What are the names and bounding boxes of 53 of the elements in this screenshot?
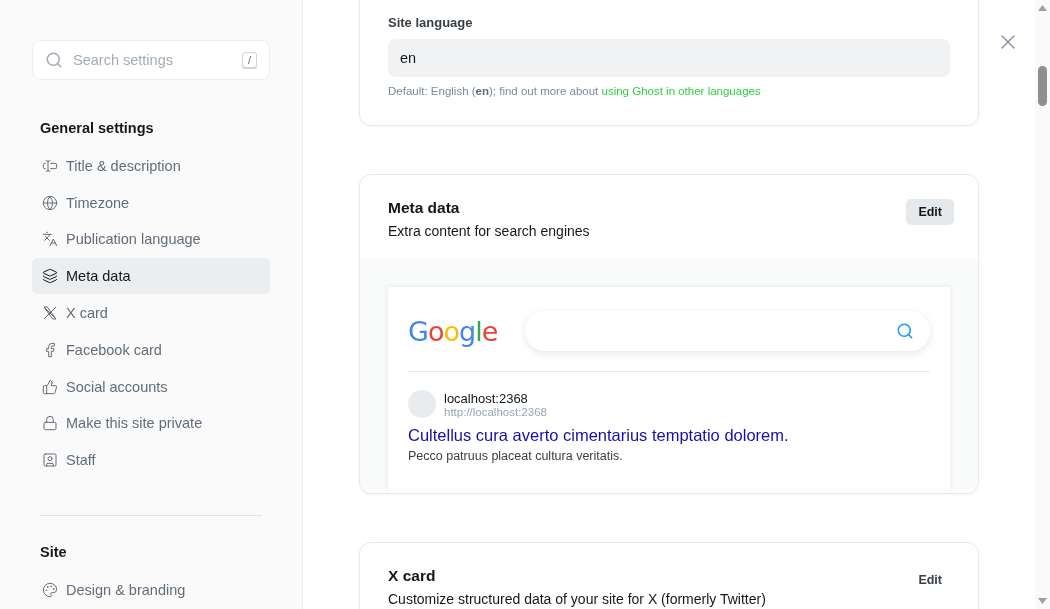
result-description: Pecco patruus placeat cultura veritatis. xyxy=(408,449,624,463)
edit-button[interactable]: Edit xyxy=(906,199,954,225)
sidebar-item[interactable]: Meta data xyxy=(32,258,270,295)
section-heading: General settings xyxy=(39,119,155,136)
shortcut-key: / xyxy=(241,51,257,68)
user-square-icon xyxy=(42,452,58,469)
item-label: Publication language xyxy=(66,231,201,248)
item-label: Facebook card xyxy=(66,341,162,358)
result-title[interactable]: Cultellus cura averto cimentarius temptatio dolorem. xyxy=(408,426,930,445)
site-url: http://localhost:2368 xyxy=(444,405,547,418)
sidebar-item[interactable]: Make this site private xyxy=(32,405,270,442)
search-input[interactable]: Search settings xyxy=(71,50,234,69)
scrollbar-thumb[interactable] xyxy=(1038,66,1047,106)
section-heading: Site xyxy=(39,544,68,561)
text-input-icon xyxy=(42,157,58,174)
item-label: X card xyxy=(66,304,108,321)
palette-icon xyxy=(42,582,58,599)
card-title: X card xyxy=(388,567,437,585)
layers-icon xyxy=(42,268,58,285)
search-icon xyxy=(896,322,914,340)
item-label: Design & branding xyxy=(66,582,186,599)
scrollbar[interactable] xyxy=(1035,0,1050,609)
search-icon xyxy=(45,50,63,69)
scroll-down-icon[interactable] xyxy=(1038,598,1047,604)
item-label: Social accounts xyxy=(66,378,168,395)
item-label: Timezone xyxy=(66,194,130,211)
sidebar-item[interactable]: Facebook card xyxy=(32,331,270,368)
x-logo-icon xyxy=(42,304,58,321)
sidebar-item[interactable]: Design & branding xyxy=(32,572,270,608)
globe-icon xyxy=(42,194,58,211)
search-field[interactable]: Search settings / xyxy=(32,40,270,80)
field-hint: Default: English (en); find out more about using Ghost in other languages xyxy=(388,85,762,97)
sidebar-item[interactable]: Staff xyxy=(32,442,270,479)
sidebar-item[interactable]: Publication language xyxy=(32,221,270,258)
field-label: Site language xyxy=(388,15,474,30)
site-name: localhost:2368 xyxy=(444,390,529,406)
sidebar-item[interactable]: Title & description xyxy=(32,147,270,184)
card-subtitle: Customize structured data of your site for X (formerly Twitter) xyxy=(388,591,766,607)
language-field[interactable]: en xyxy=(388,39,950,77)
sidebar-item[interactable]: X card xyxy=(32,295,270,331)
item-label: Title & description xyxy=(66,157,181,174)
search-engine-logo: Google xyxy=(408,315,498,347)
sidebar-item[interactable]: Timezone xyxy=(32,184,270,221)
card-subtitle: Extra content for search engines xyxy=(388,223,590,239)
translate-icon xyxy=(42,231,58,248)
scroll-up-icon[interactable] xyxy=(1038,5,1047,11)
thumbs-up-icon xyxy=(42,378,58,395)
item-label: Staff xyxy=(66,452,96,469)
sidebar-item[interactable]: Social accounts xyxy=(32,368,270,405)
lock-icon xyxy=(42,415,58,432)
item-label: Meta data xyxy=(66,268,131,285)
item-label: Make this site private xyxy=(66,415,203,432)
card-title: Meta data xyxy=(388,199,461,217)
